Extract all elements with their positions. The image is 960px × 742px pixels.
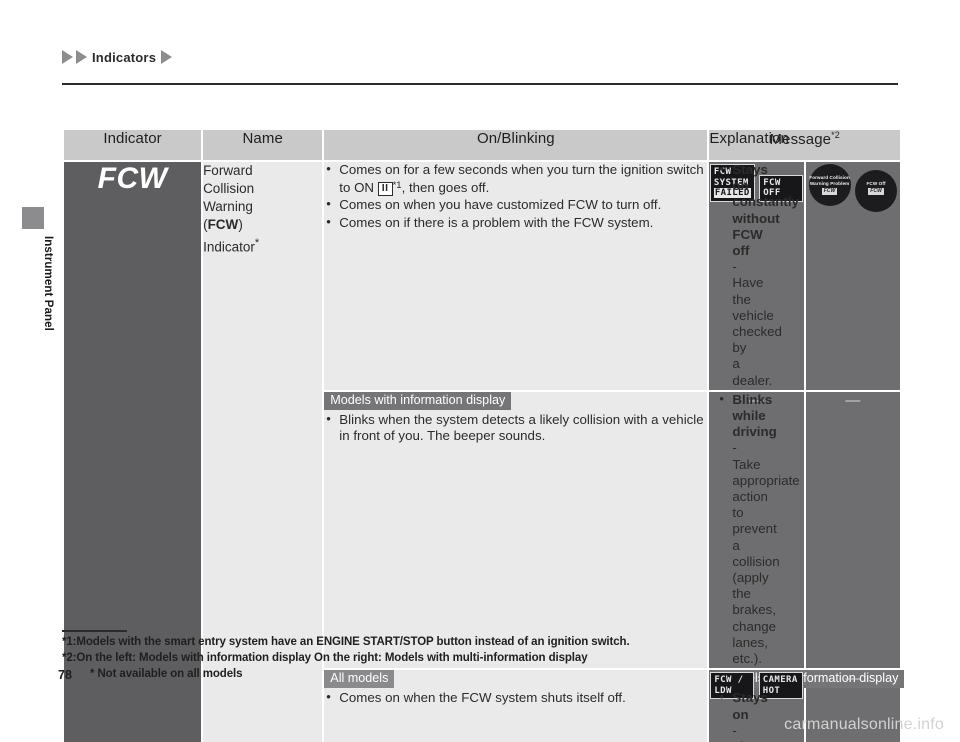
page-number: 78 bbox=[58, 668, 72, 682]
multi-info-display-graphic: Forward Collision Warning Problem FCW bbox=[808, 164, 851, 206]
fcw-indicator-glyph: FCW bbox=[97, 162, 168, 195]
table-row: FCW Forward Collision Warning (FCW) Indi… bbox=[61, 159, 903, 742]
section-tab-label: Instrument Panel bbox=[42, 236, 54, 331]
on-blinking-cell: Comes on for a few seconds when you turn… bbox=[322, 160, 710, 392]
list-item: Comes on when the FCW system shuts itsel… bbox=[324, 689, 707, 706]
on-blinking-cell: All models Comes on when the FCW system … bbox=[322, 668, 710, 742]
table-header-row: Indicator Name On/Blinking Explanation M… bbox=[61, 128, 902, 162]
on-blinking-cell: Models with information display Blinks w… bbox=[322, 389, 710, 671]
section-tab-marker bbox=[22, 207, 44, 229]
col-header-name: Name bbox=[201, 128, 325, 162]
list-item: Comes on if there is a problem with the … bbox=[324, 214, 707, 231]
no-message-dash: — bbox=[845, 391, 861, 409]
no-message-dash: — bbox=[845, 670, 861, 688]
watermark: carmanualsonline.info bbox=[784, 716, 944, 733]
footnote-1: *1:Models with the smart entry system ha… bbox=[62, 636, 630, 648]
breadcrumb: Indicators bbox=[62, 47, 173, 67]
col-header-indicator: Indicator bbox=[61, 128, 204, 162]
message-cell-multi-info-display: Forward Collision Warning Problem FCW FC… bbox=[803, 160, 903, 392]
footnotes: *1:Models with the smart entry system ha… bbox=[62, 634, 902, 666]
message-cell-multi-info-display: — bbox=[803, 389, 903, 671]
list-item: Stays on constantly without FCW off - Ha… bbox=[717, 161, 799, 389]
list-item: Comes on when you have customized FCW to… bbox=[324, 196, 707, 213]
footnote-2: *2:On the left: Models with information … bbox=[62, 652, 588, 664]
manual-page: Instrument Panel Indicators Indicator Na… bbox=[0, 0, 960, 742]
header-divider bbox=[62, 83, 898, 85]
breadcrumb-label: Indicators bbox=[92, 49, 157, 65]
footnote-star: * Not available on all models bbox=[90, 668, 243, 680]
list-item: Stays on - The temperature inside the FC… bbox=[717, 689, 767, 742]
triangle-icon bbox=[76, 50, 87, 64]
list-item: Blinks when the system detects a likely … bbox=[324, 411, 707, 444]
footnote-divider bbox=[62, 630, 127, 632]
col-header-on-blinking: On/Blinking bbox=[322, 128, 710, 162]
multi-info-display-graphic: FCW Off FCW bbox=[855, 169, 898, 212]
indicator-name: Forward Collision Warning (FCW) Indicato… bbox=[203, 163, 260, 255]
list-item: Comes on for a few seconds when you turn… bbox=[324, 161, 707, 197]
models-chip: All models bbox=[324, 670, 395, 689]
list-item: Blinks while driving - Take appropriate … bbox=[717, 391, 799, 667]
models-chip: Models with information display bbox=[324, 391, 512, 410]
fcw-badge-icon: FCW bbox=[868, 188, 884, 196]
triangle-icon bbox=[161, 50, 173, 64]
triangle-icon bbox=[62, 50, 73, 64]
ignition-on-key-icon: II bbox=[377, 182, 393, 197]
fcw-badge-icon: FCW bbox=[821, 188, 838, 196]
